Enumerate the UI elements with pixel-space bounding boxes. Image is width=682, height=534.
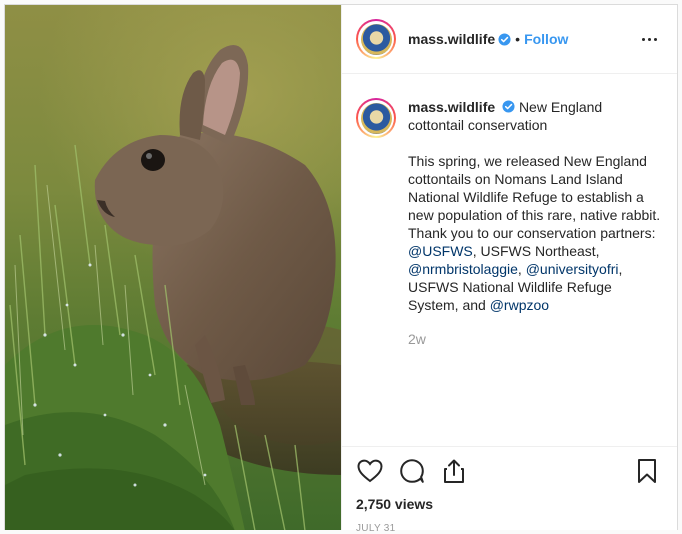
caption: mass.wildlife New England cottontail con…	[356, 98, 661, 348]
caption-avatar[interactable]	[356, 98, 396, 138]
comment-icon[interactable]	[398, 457, 426, 485]
verified-badge-icon	[502, 100, 515, 113]
follow-button[interactable]: Follow	[524, 31, 568, 47]
caption-username[interactable]: mass.wildlife	[408, 99, 495, 115]
post-header: mass.wildlife • Follow	[342, 5, 677, 74]
bookmark-icon[interactable]	[633, 457, 661, 485]
seal-logo-icon	[360, 23, 392, 55]
share-icon[interactable]	[440, 457, 468, 485]
instagram-post: mass.wildlife • Follow mass.wildlife New…	[4, 4, 678, 534]
more-options-icon[interactable]	[637, 29, 661, 49]
avatar[interactable]	[356, 19, 396, 59]
caption-text-segment: ,	[517, 261, 526, 277]
post-date[interactable]: July 31	[356, 523, 661, 534]
views-count[interactable]: 2,750 views	[356, 496, 661, 512]
action-bar: 2,750 views July 31	[342, 446, 677, 534]
comments-area: mass.wildlife New England cottontail con…	[342, 74, 677, 446]
mention-link[interactable]: @rwpzoo	[490, 297, 549, 313]
heart-icon[interactable]	[356, 457, 384, 485]
caption-text: mass.wildlife New England cottontail con…	[408, 98, 661, 348]
mention-link[interactable]: @universityofri	[526, 261, 619, 277]
verified-badge-icon	[498, 32, 511, 46]
separator-dot: •	[515, 31, 521, 47]
rabbit-photo	[5, 5, 341, 530]
caption-paragraph: This spring, we released New England cot…	[408, 152, 661, 314]
mention-link[interactable]: @nrmbristolaggie	[408, 261, 518, 277]
mention-link[interactable]: @USFWS	[408, 243, 473, 259]
post-image[interactable]	[5, 5, 341, 530]
username[interactable]: mass.wildlife	[408, 31, 495, 47]
post-sidebar: mass.wildlife • Follow mass.wildlife New…	[341, 5, 677, 534]
time-ago[interactable]: 2w	[408, 330, 661, 348]
seal-logo-icon	[360, 102, 392, 134]
caption-text-segment: This spring, we released New England cot…	[408, 153, 661, 241]
caption-text-segment: , USFWS Northeast,	[472, 243, 600, 259]
